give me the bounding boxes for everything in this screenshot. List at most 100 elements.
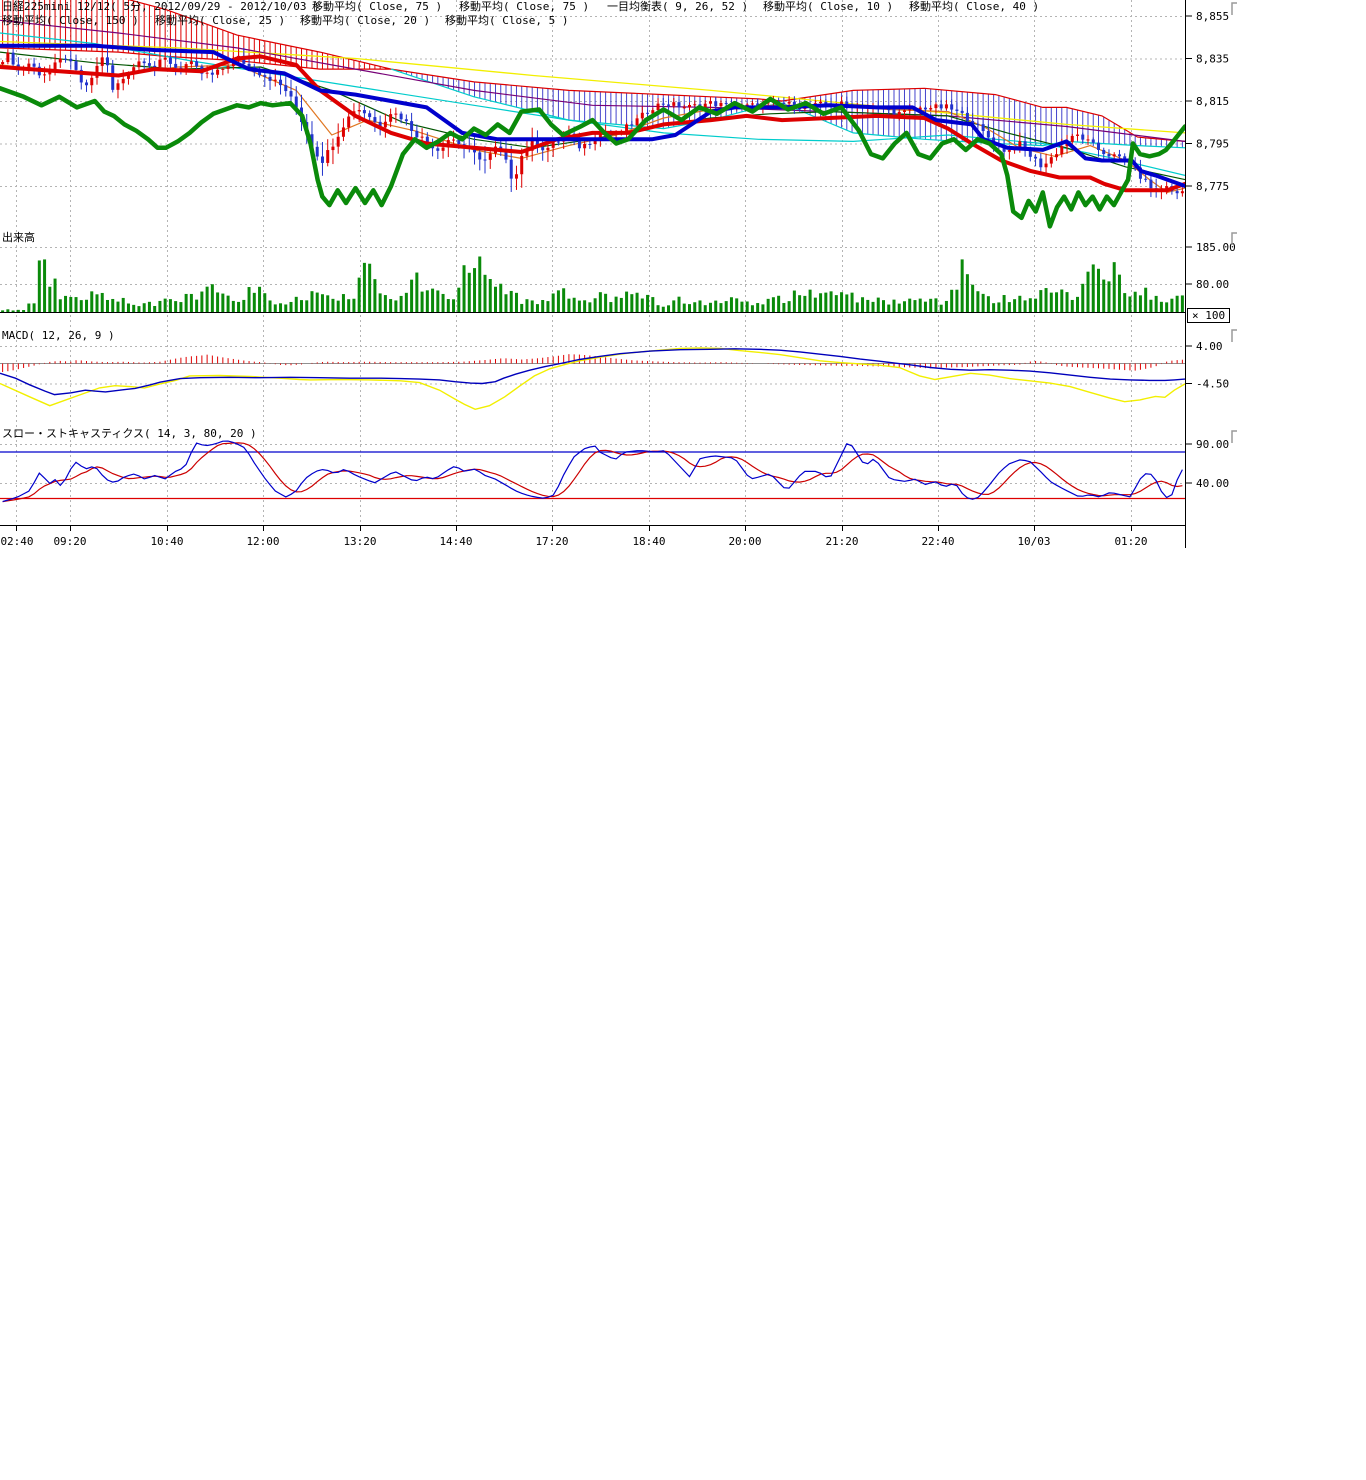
volume-bar <box>567 299 570 313</box>
candle-body <box>898 112 901 115</box>
panel-resize-handle[interactable] <box>1232 330 1237 342</box>
axis-tick-label: 8,815 <box>1196 95 1229 108</box>
volume-bar <box>620 298 623 313</box>
volume-bar <box>824 293 827 313</box>
candle-body <box>908 109 911 110</box>
volume-bar <box>1118 275 1121 313</box>
candle-body <box>987 131 990 137</box>
candle-body <box>636 118 639 125</box>
volume-bar <box>342 294 345 312</box>
candle-body <box>1097 143 1100 150</box>
candle-body <box>751 103 754 104</box>
candle-body <box>478 152 481 159</box>
volume-bar <box>667 305 670 312</box>
candle-body <box>75 61 78 70</box>
volume-bar <box>976 291 979 312</box>
volume-bar <box>672 300 675 312</box>
volume-bar <box>122 298 125 313</box>
volume-bar <box>830 291 833 312</box>
volume-bar <box>368 264 371 313</box>
chart-canvas[interactable]: 8,8558,8358,8158,7958,775185.0080.004.00… <box>0 0 1366 560</box>
candle-body <box>368 113 371 117</box>
volume-bar <box>630 294 633 312</box>
time-tick-label: 13:20 <box>343 535 376 548</box>
candle-body <box>153 66 156 67</box>
candle-body <box>672 102 675 106</box>
volume-bar <box>473 268 476 312</box>
volume-bar <box>442 294 445 313</box>
volume-bar <box>1113 262 1116 312</box>
panel-resize-handle[interactable] <box>1232 3 1237 15</box>
panel-resize-handle[interactable] <box>1232 431 1237 443</box>
volume-bar <box>688 304 691 312</box>
volume-bar <box>693 302 696 312</box>
volume-bar <box>777 296 780 313</box>
volume-bar <box>174 301 177 312</box>
axis-tick-label: 185.00 <box>1196 241 1236 254</box>
volume-bar <box>1050 293 1053 313</box>
bracket-icon <box>1232 3 1237 15</box>
volume-bar <box>641 298 644 312</box>
volume-bar <box>892 300 895 313</box>
candle-body <box>583 144 586 148</box>
volume-bar <box>971 285 974 313</box>
volume-bar <box>934 298 937 312</box>
candle-body <box>1076 135 1079 136</box>
volume-bar <box>730 297 733 312</box>
volume-bar <box>1176 296 1179 313</box>
candle-body <box>321 157 324 163</box>
volume-bar <box>27 304 30 313</box>
volume-bar <box>735 298 738 312</box>
volume-bar <box>190 294 193 313</box>
volume-bar <box>924 302 927 313</box>
volume-bar <box>1076 297 1079 313</box>
volume-bar <box>310 291 313 312</box>
volume-bar <box>321 294 324 312</box>
volume-bar <box>1003 295 1006 312</box>
volume-bar <box>552 293 555 312</box>
time-tick-label: 10:40 <box>150 535 183 548</box>
volume-bar <box>75 297 78 312</box>
volume-bar <box>725 301 728 312</box>
time-tick-label: 17:20 <box>535 535 568 548</box>
candle-body <box>421 137 424 138</box>
candle-body <box>54 62 57 69</box>
candle-body <box>316 147 319 157</box>
volume-bar <box>258 287 261 313</box>
volume-bar <box>242 300 245 313</box>
candle-body <box>164 58 167 60</box>
candle-body <box>284 85 287 91</box>
candle-body <box>950 104 953 109</box>
volume-bar <box>59 299 62 312</box>
indicator-label: 日経225mini 12/12( 5分, 2012/09/29 - 2012/1… <box>2 1 320 13</box>
volume-bar <box>478 257 481 313</box>
volume-bar <box>835 295 838 312</box>
candle-body <box>190 61 193 64</box>
volume-bar <box>111 299 114 313</box>
axis-tick-label: 4.00 <box>1196 340 1223 353</box>
candle-body <box>1034 157 1037 159</box>
volume-bar <box>1181 295 1184 312</box>
candle-body <box>1081 135 1084 140</box>
candle-body <box>1144 179 1147 180</box>
volume-bar <box>216 292 219 312</box>
candle-body <box>641 113 644 119</box>
volume-bar <box>913 300 916 312</box>
volume-bar <box>1034 299 1037 313</box>
volume-bar <box>1060 290 1063 313</box>
volume-bar <box>263 293 266 312</box>
axis-tick-label: 40.00 <box>1196 477 1229 490</box>
candle-body <box>64 59 67 60</box>
volume-bar <box>116 302 119 313</box>
volume-bar <box>573 298 576 313</box>
volume-bar <box>379 293 382 312</box>
candle-body <box>111 65 114 90</box>
candle-body <box>6 53 9 62</box>
macd-panel-label: MACD( 12, 26, 9 ) <box>2 330 115 342</box>
volume-bar <box>772 297 775 312</box>
candle-body <box>363 110 366 113</box>
candle-body <box>1008 150 1011 152</box>
volume-bar <box>982 294 985 313</box>
candle-body <box>410 121 413 131</box>
indicator-label: 移動平均( Close, 40 ) <box>909 1 1039 13</box>
